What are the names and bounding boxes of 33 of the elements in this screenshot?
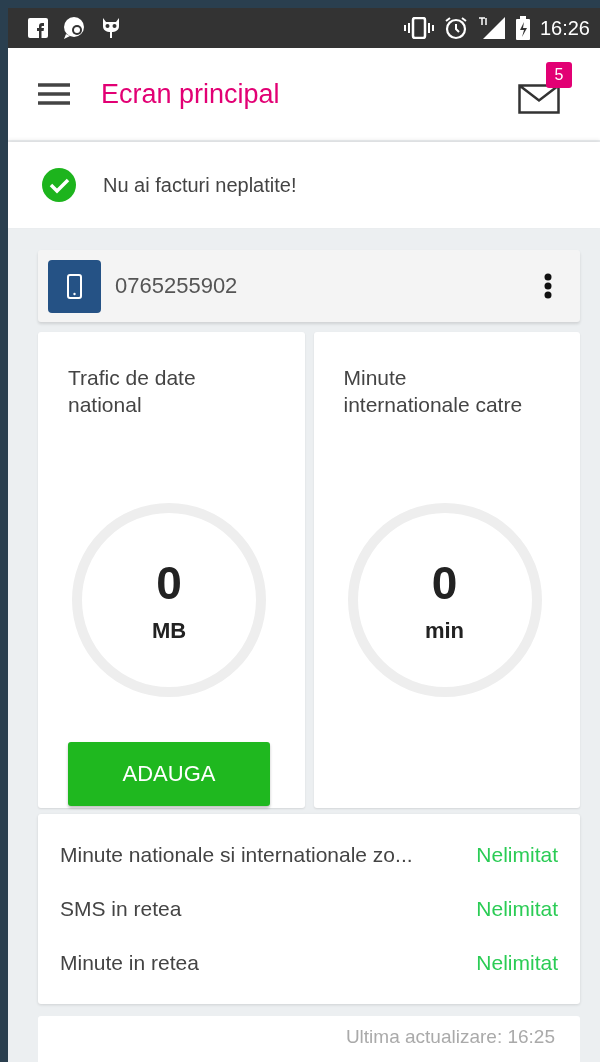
usage-title: Minute — [343, 365, 407, 391]
envelope-icon[interactable] — [518, 84, 560, 114]
usage-title: internationale catre — [343, 392, 523, 418]
more-options-icon[interactable] — [544, 273, 552, 299]
facebook-icon — [28, 18, 48, 38]
usage-value: 0 — [431, 556, 458, 610]
check-circle-icon — [42, 168, 76, 202]
usage-unit: MB — [151, 618, 187, 644]
robot-icon — [100, 16, 122, 40]
usage-title: Trafic de date — [68, 365, 196, 391]
vibrate-icon — [403, 17, 434, 39]
allowance-value: Nelimitat — [476, 897, 558, 921]
unread-count-badge: 5 — [546, 62, 572, 88]
allowance-name: Minute nationale si internationale zo... — [60, 843, 413, 867]
usage-unit: min — [424, 618, 465, 644]
battery-icon — [515, 16, 530, 40]
allowance-value: Nelimitat — [476, 951, 558, 975]
allowance-value: Nelimitat — [476, 843, 558, 867]
signal-icon — [477, 16, 506, 40]
chat-bubble-icon — [62, 16, 86, 40]
phone-icon — [48, 259, 101, 313]
menu-icon[interactable] — [38, 82, 70, 106]
notice-text: Nu ai facturi neplatite! — [103, 173, 297, 197]
allowance-name: SMS in retea — [60, 897, 182, 921]
clock-time: 16:26 — [539, 16, 590, 40]
phone-number: 0765255902 — [115, 273, 239, 299]
last-update-text: Ultima actualizare: 16:25 — [345, 1026, 555, 1048]
add-button[interactable]: ADAUGA — [68, 742, 270, 806]
allowance-name: Minute in retea — [60, 951, 199, 975]
alarm-clock-icon — [443, 16, 468, 40]
usage-title: national — [68, 392, 142, 418]
usage-value: 0 — [156, 556, 182, 610]
screen-title: Ecran principal — [101, 78, 281, 110]
